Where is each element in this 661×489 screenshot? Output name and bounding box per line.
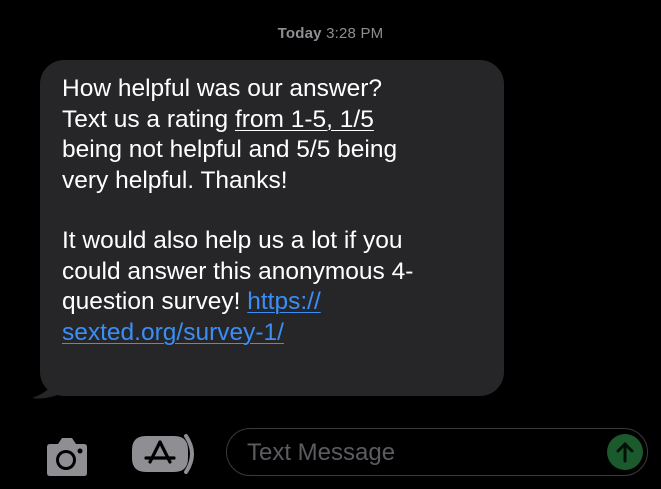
camera-button[interactable] [43, 437, 91, 477]
app-store-button[interactable] [130, 432, 200, 476]
message-bubble[interactable]: How helpful was our answer? Text us a ra… [40, 60, 504, 396]
camera-icon [47, 438, 87, 476]
message-line: could answer this anonymous 4- [62, 257, 414, 285]
compose-bar: Text Message [0, 410, 661, 489]
arrow-up-icon [616, 442, 634, 463]
underlined-rating-range[interactable]: from 1-5, 1/5 [235, 106, 374, 133]
message-input-placeholder: Text Message [247, 439, 396, 466]
timestamp-time: 3:28 PM [326, 25, 384, 42]
app-store-icon [132, 434, 194, 474]
message-line: How helpful was our answer? [62, 75, 383, 102]
message-line: Text us a rating [62, 105, 235, 133]
message-timestamp: Today 3:28 PM [0, 25, 661, 42]
timestamp-day: Today [277, 25, 322, 42]
message-line: very helpful. Thanks! [62, 166, 288, 194]
message-paragraph-rating: How helpful was our answer? Text us a ra… [62, 74, 486, 196]
message-line: It would also help us a lot if you [62, 227, 403, 254]
survey-link-part1[interactable]: https:// [247, 288, 321, 315]
message-input[interactable]: Text Message [226, 428, 648, 476]
message-line: being not helpful and 5/5 being [62, 136, 398, 163]
received-message[interactable]: How helpful was our answer? Text us a ra… [30, 60, 506, 400]
message-line: question survey! [62, 288, 248, 315]
send-button[interactable] [607, 434, 643, 470]
message-paragraph-survey: It would also help us a lot if you could… [62, 226, 486, 348]
survey-link-part2[interactable]: sexted.org/survey-1/ [62, 319, 284, 346]
